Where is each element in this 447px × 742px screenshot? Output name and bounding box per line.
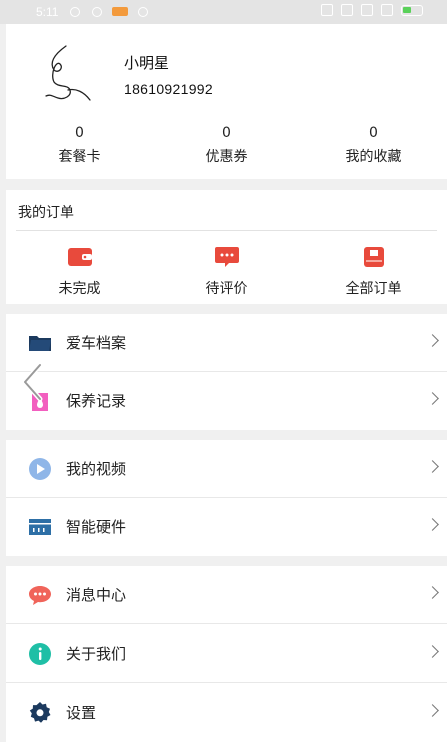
charging-icon (431, 4, 437, 16)
orders-card: 我的订单 未完成 待评价 全部订单 (6, 190, 447, 304)
stat-value: 0 (75, 125, 84, 141)
order-label: 全部订单 (345, 281, 402, 297)
stat-label: 套餐卡 (58, 149, 101, 165)
profile-username: 小明星 (124, 54, 170, 72)
chevron-right-icon (426, 460, 439, 473)
stat-package-card[interactable]: 0 套餐卡 (6, 124, 153, 170)
order-label: 未完成 (58, 281, 101, 297)
message-icon (29, 586, 51, 605)
orders-title: 我的订单 (18, 205, 74, 221)
bluetooth-icon (321, 4, 333, 16)
order-pending-review[interactable]: 待评价 (153, 246, 300, 298)
info-icon (29, 643, 51, 665)
status-right-icons (321, 4, 437, 16)
avatar-signature[interactable] (44, 44, 92, 104)
menu-item-label: 消息中心 (66, 586, 127, 604)
order-label: 待评价 (205, 281, 248, 297)
profile-phone: 18610921992 (124, 81, 213, 97)
settings-gear-icon (29, 702, 51, 723)
stat-label: 优惠券 (205, 149, 248, 165)
order-incomplete[interactable]: 未完成 (6, 246, 153, 298)
status-bar: 5:11 (0, 0, 447, 24)
menu-group-media: 我的视频 智能硬件 (6, 440, 447, 556)
stat-favorites[interactable]: 0 我的收藏 (300, 124, 447, 170)
order-box-icon (363, 247, 384, 267)
order-all[interactable]: 全部订单 (300, 246, 447, 298)
status-sync-icon (138, 7, 148, 17)
chevron-right-icon (426, 645, 439, 658)
menu-item-label: 我的视频 (66, 460, 127, 478)
menu-item-maintenance-record[interactable]: 保养记录 (6, 372, 447, 430)
menu-item-label: 关于我们 (66, 645, 127, 663)
menu-item-car-archive[interactable]: 爱车档案 (6, 314, 447, 372)
profile-stats: 0 套餐卡 0 优惠券 0 我的收藏 (6, 124, 447, 170)
menu-group-system: 消息中心 关于我们 设置 (6, 566, 447, 742)
menu-item-label: 保养记录 (66, 392, 127, 410)
divider (6, 682, 447, 683)
sim-icon (361, 4, 373, 16)
status-notification-icon (70, 7, 80, 17)
menu-item-about-us[interactable]: 关于我们 (6, 625, 447, 683)
battery-icon (401, 4, 423, 16)
chevron-right-icon (426, 392, 439, 405)
menu-group-vehicle: 爱车档案 保养记录 (6, 314, 447, 430)
comment-icon (214, 247, 239, 267)
menu-item-settings[interactable]: 设置 (6, 684, 447, 742)
stat-value: 0 (369, 125, 378, 141)
menu-item-message-center[interactable]: 消息中心 (6, 566, 447, 624)
menu-item-label: 设置 (66, 704, 97, 722)
status-app-badge-icon (112, 7, 128, 16)
order-status-row: 未完成 待评价 全部订单 (6, 246, 447, 298)
chevron-right-icon (426, 518, 439, 531)
chevron-right-icon (426, 704, 439, 717)
divider (6, 623, 447, 624)
chevron-right-icon (426, 334, 439, 347)
menu-item-label: 爱车档案 (66, 334, 127, 352)
stat-value: 0 (222, 125, 231, 141)
status-alarm-icon (92, 7, 102, 17)
divider (16, 230, 437, 231)
wifi-icon (381, 4, 393, 16)
stat-label: 我的收藏 (345, 149, 402, 165)
menu-item-smart-hardware[interactable]: 智能硬件 (6, 498, 447, 556)
menu-item-label: 智能硬件 (66, 518, 127, 536)
folder-icon (29, 336, 51, 351)
chevron-right-icon (426, 586, 439, 599)
back-arrow-icon[interactable] (20, 362, 46, 402)
status-time: 5:11 (36, 5, 59, 19)
stat-coupons[interactable]: 0 优惠券 (153, 124, 300, 170)
menu-item-my-videos[interactable]: 我的视频 (6, 440, 447, 498)
video-play-icon (29, 458, 51, 480)
hardware-icon (29, 519, 51, 535)
wallet-icon (67, 248, 92, 266)
vibrate-icon (341, 4, 353, 16)
profile-card: 小明星 18610921992 0 套餐卡 0 优惠券 0 我的收藏 (6, 24, 447, 179)
